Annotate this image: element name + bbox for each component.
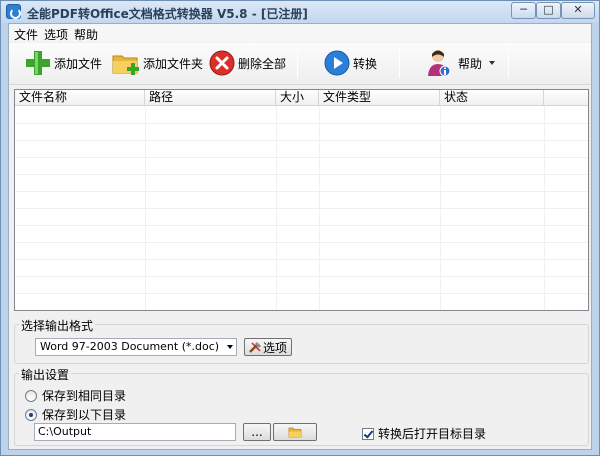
open-after-convert-label: 转换后打开目标目录 xyxy=(378,427,487,441)
radio-custom-dir-circle[interactable] xyxy=(25,408,37,421)
radio-same-dir-label: 保存到相同目录 xyxy=(42,389,127,403)
app-icon[interactable] xyxy=(6,4,21,19)
grid-column-line xyxy=(544,106,545,310)
radio-same-dir[interactable]: 保存到相同目录 xyxy=(25,387,126,404)
grid-row-line xyxy=(15,123,588,124)
format-options-button[interactable]: 选项 xyxy=(244,338,292,356)
column-header-filler xyxy=(544,90,588,106)
output-settings-group-label: 输出设置 xyxy=(19,366,72,383)
delete-all-button[interactable]: 删除全部 xyxy=(208,46,286,80)
grid-row-line xyxy=(15,208,588,209)
app-window: 全能PDF转Office文档格式转换器 V5.8 - [已注册] ─ □ ✕ 文… xyxy=(0,0,600,456)
grid-row-line xyxy=(15,157,588,158)
add-folder-label: 添加文件夹 xyxy=(143,56,204,71)
browse-button[interactable]: ... xyxy=(243,423,271,441)
toolbar: 添加文件 添加文件夹 删除全部 转换 帮助 xyxy=(9,43,591,85)
menu-file[interactable]: 文件 xyxy=(14,26,38,43)
help-person-icon xyxy=(428,50,451,77)
radio-custom-dir[interactable]: 保存到以下目录 xyxy=(25,406,126,423)
add-file-button[interactable]: 添加文件 xyxy=(24,46,102,80)
grid-row-line xyxy=(15,191,588,192)
radio-custom-dir-label: 保存到以下目录 xyxy=(42,408,127,422)
play-icon xyxy=(324,50,350,76)
folder-icon xyxy=(288,427,302,437)
grid-column-line xyxy=(276,106,277,310)
add-file-label: 添加文件 xyxy=(54,56,103,71)
folder-add-icon xyxy=(112,55,139,75)
output-format-value: Word 97-2003 Document (*.doc) xyxy=(40,340,220,353)
toolbar-separator xyxy=(399,48,400,78)
output-path-input[interactable]: C:\Output xyxy=(34,423,236,441)
delete-icon xyxy=(209,50,235,76)
plus-icon xyxy=(26,51,50,75)
help-dropdown-arrow-icon[interactable] xyxy=(489,61,495,65)
title-bar[interactable]: 全能PDF转Office文档格式转换器 V5.8 - [已注册] ─ □ ✕ xyxy=(1,1,599,23)
grid-column-line xyxy=(440,106,441,310)
column-header-size[interactable]: 大小 xyxy=(276,90,319,106)
open-after-checkbox-box[interactable] xyxy=(362,427,374,440)
toolbar-separator xyxy=(297,48,298,78)
radio-same-dir-circle[interactable] xyxy=(25,389,37,402)
file-list-header: 文件名称 路径 大小 文件类型 状态 xyxy=(15,90,588,106)
window-title: 全能PDF转Office文档格式转换器 V5.8 - [已注册] xyxy=(27,7,308,21)
tools-icon xyxy=(249,342,261,353)
menu-options[interactable]: 选项 xyxy=(44,26,68,43)
menu-help[interactable]: 帮助 xyxy=(74,26,98,43)
convert-label: 转换 xyxy=(353,56,378,71)
toolbar-separator xyxy=(508,48,509,78)
grid-row-line xyxy=(15,174,588,175)
column-header-name[interactable]: 文件名称 xyxy=(15,90,145,106)
format-options-label: 选项 xyxy=(262,340,287,355)
output-format-select[interactable]: Word 97-2003 Document (*.doc) xyxy=(35,338,237,356)
help-label: 帮助 xyxy=(458,56,483,71)
client-area: 文件 选项 帮助 添加文件 添加文件夹 删除全部 转换 帮助 文件名称 路径 大… xyxy=(8,23,592,450)
menu-bar: 文件 选项 帮助 xyxy=(9,24,591,42)
open-after-convert-checkbox[interactable]: 转换后打开目标目录 xyxy=(362,425,486,442)
grid-row-line xyxy=(15,276,588,277)
maximize-button[interactable]: □ xyxy=(536,2,561,19)
column-header-path[interactable]: 路径 xyxy=(145,90,276,106)
delete-all-label: 删除全部 xyxy=(238,56,287,71)
column-header-type[interactable]: 文件类型 xyxy=(319,90,440,106)
grid-row-line xyxy=(15,242,588,243)
column-header-status[interactable]: 状态 xyxy=(440,90,544,106)
grid-row-line xyxy=(15,310,589,311)
minimize-button[interactable]: ─ xyxy=(511,2,536,19)
grid-row-line xyxy=(15,259,588,260)
help-button[interactable]: 帮助 xyxy=(426,46,482,80)
grid-row-line xyxy=(15,225,588,226)
chevron-down-icon xyxy=(227,345,233,349)
grid-row-line xyxy=(15,140,588,141)
convert-button[interactable]: 转换 xyxy=(323,46,377,80)
file-list[interactable]: 文件名称 路径 大小 文件类型 状态 xyxy=(14,89,589,311)
open-folder-button[interactable] xyxy=(273,423,317,441)
output-format-group-label: 选择输出格式 xyxy=(19,317,96,334)
grid-column-line xyxy=(145,106,146,310)
grid-row-line xyxy=(15,293,588,294)
close-button[interactable]: ✕ xyxy=(561,2,595,19)
add-folder-button[interactable]: 添加文件夹 xyxy=(111,46,203,80)
grid-column-line xyxy=(319,106,320,310)
